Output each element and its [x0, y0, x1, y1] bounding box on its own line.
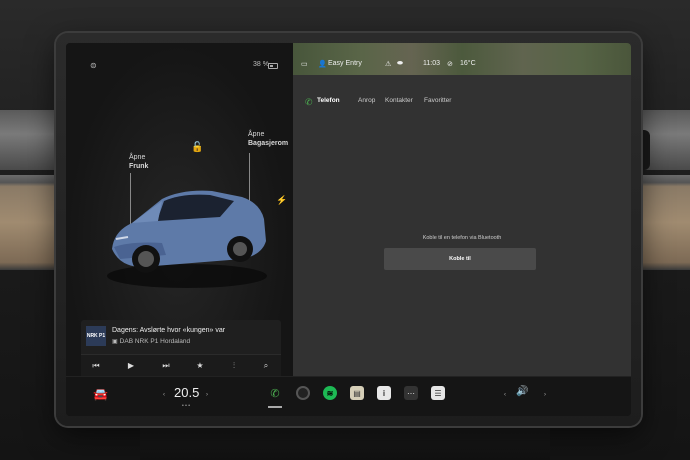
car-status-panel: ⊜ 38 % Åpne Frunk Åpne Bagasjerom 🔓 ⚡ NR…: [66, 43, 290, 376]
profile-icon[interactable]: 👤: [318, 60, 327, 68]
open-trunk-button[interactable]: Åpne Bagasjerom: [248, 130, 288, 148]
trunk-label-line2: Bagasjerom: [248, 140, 289, 147]
warning-icon[interactable]: ⚠: [385, 60, 391, 68]
open-frunk-button[interactable]: Åpne Frunk: [129, 153, 148, 171]
search-icon[interactable]: ⌕: [259, 360, 273, 372]
frunk-label-line1: Åpne: [129, 154, 146, 161]
spotify-icon[interactable]: ≋: [323, 386, 337, 400]
top-status-bar: ▭ 👤 Easy Entry ⚠ ⬬ 11:03 ⊘ 16°C: [293, 60, 631, 72]
volume-up-icon[interactable]: ›: [544, 392, 546, 398]
bluetooth-lock-icon: ▭: [301, 61, 308, 68]
connect-message: Koble til en telefon via Bluetooth: [422, 235, 502, 241]
media-player[interactable]: NRK P1 Dagens: Avslørte hvor «kungen» va…: [81, 320, 281, 376]
media-controls: ⏮ ▶ ⏭ ★ ⫶ ⌕: [81, 354, 281, 376]
manual-icon[interactable]: i: [377, 386, 391, 400]
phone-app-icon[interactable]: ✆: [268, 386, 282, 408]
previous-icon[interactable]: ⏮: [89, 360, 103, 372]
frunk-label-line2: Frunk: [129, 163, 149, 170]
volume-icon[interactable]: 🔊: [516, 386, 528, 397]
headlights-icon[interactable]: ⊜: [90, 61, 97, 70]
phone-app: ▭ 👤 Easy Entry ⚠ ⬬ 11:03 ⊘ 16°C ✆ Telefo…: [293, 43, 631, 376]
tab-favorites[interactable]: Favoritter: [424, 97, 451, 104]
battery-icon: [268, 63, 278, 69]
radio-icon: ▣: [112, 339, 118, 345]
car-icon[interactable]: 🚘: [93, 387, 108, 401]
seat-heat-indicator[interactable]: • • •: [182, 403, 190, 409]
center-console: [140, 420, 550, 460]
outside-temperature: 16°C: [460, 60, 476, 67]
clock: 11:03: [423, 60, 440, 67]
media-title: Dagens: Avslørte hvor «kungen» var: [112, 327, 226, 334]
equalizer-icon[interactable]: ⫶: [227, 360, 241, 372]
tab-phone[interactable]: Telefon: [317, 97, 340, 104]
charge-port-icon[interactable]: ⚡: [276, 195, 287, 206]
bottom-taskbar: 🚘 ‹ 20.5 › • • • ✆ ≋ ▤ i ⋯ ☰ ‹ 🔊 ›: [66, 376, 631, 416]
lte-icon: ⬬: [397, 60, 403, 67]
camera-icon[interactable]: [296, 386, 310, 400]
media-station-label: DAB NRK P1 Hordaland: [119, 338, 191, 345]
trunk-label-line1: Åpne: [248, 131, 265, 138]
cabin-temperature[interactable]: 20.5: [174, 385, 199, 400]
tab-calls[interactable]: Anrop: [358, 97, 375, 104]
temp-up-icon[interactable]: ›: [206, 392, 208, 398]
phone-icon: ✆: [305, 97, 313, 107]
more-icon[interactable]: ⋯: [404, 386, 418, 400]
station-logo: NRK P1: [86, 326, 106, 346]
play-icon[interactable]: ▶: [124, 360, 138, 372]
touchscreen-bezel: ⊜ 38 % Åpne Frunk Åpne Bagasjerom 🔓 ⚡ NR…: [56, 33, 641, 426]
battery-percentage: 38 %: [253, 61, 269, 68]
tab-contacts[interactable]: Kontakter: [385, 97, 413, 104]
media-station: ▣ DAB NRK P1 Hordaland: [112, 338, 190, 345]
temp-down-icon[interactable]: ‹: [163, 392, 165, 398]
car-model-image: [107, 190, 267, 288]
touchscreen: ⊜ 38 % Åpne Frunk Åpne Bagasjerom 🔓 ⚡ NR…: [66, 43, 631, 416]
airbag-icon: ⊘: [447, 61, 453, 68]
media-icon[interactable]: ☰: [431, 386, 445, 400]
star-icon[interactable]: ★: [193, 360, 207, 372]
volume-down-icon[interactable]: ‹: [504, 392, 506, 398]
connect-button[interactable]: Koble til: [384, 248, 536, 270]
car-status-bar: ⊜ 38 %: [86, 61, 278, 73]
notes-icon[interactable]: ▤: [350, 386, 364, 400]
next-icon[interactable]: ⏭: [159, 360, 173, 372]
lock-icon[interactable]: 🔓: [191, 142, 203, 153]
profile-name[interactable]: Easy Entry: [328, 60, 362, 67]
